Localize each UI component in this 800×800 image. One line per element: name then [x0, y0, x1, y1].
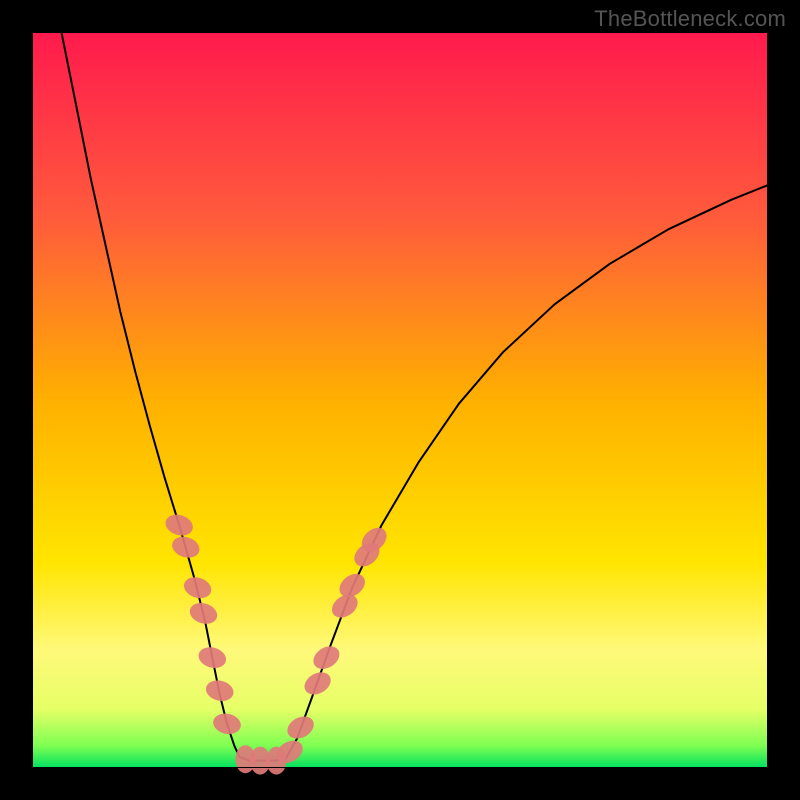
chart-svg: [0, 0, 800, 800]
chart-container: TheBottleneck.com: [0, 0, 800, 800]
watermark-text: TheBottleneck.com: [594, 6, 786, 32]
